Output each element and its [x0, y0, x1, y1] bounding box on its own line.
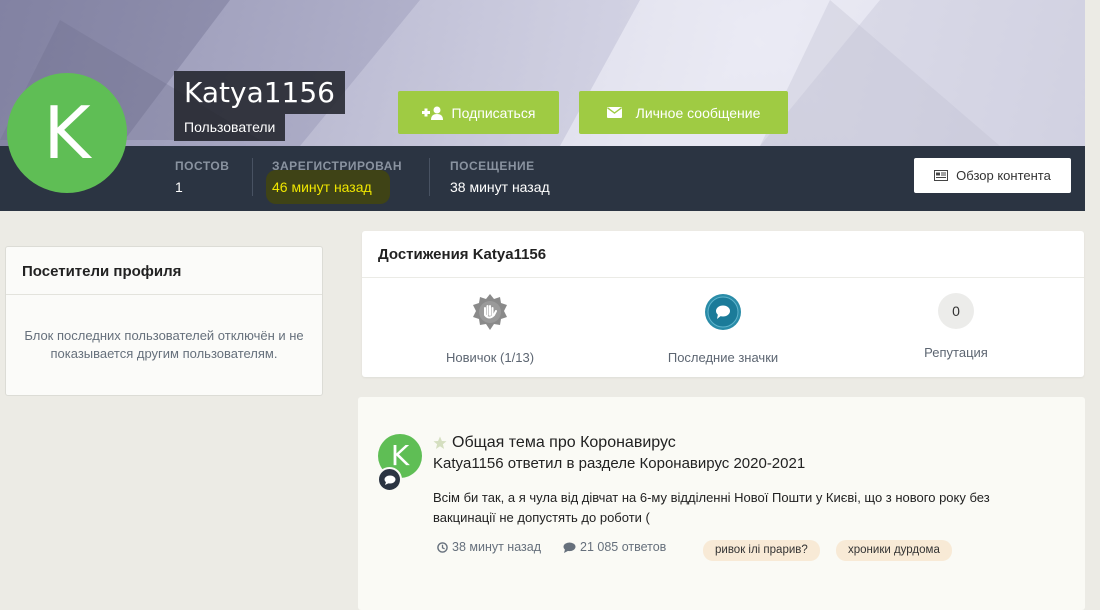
user-group: Пользователи: [174, 114, 286, 141]
profile-username: Katya1156: [184, 76, 335, 109]
achievements-title: Достижения Katya1156: [362, 231, 1084, 278]
stat-registered-label: ЗАРЕГИСТРИРОВАН: [272, 159, 403, 173]
user-plus-icon: [421, 106, 443, 120]
tag-item[interactable]: хроники дурдома: [836, 540, 952, 561]
speech-bubble-icon: [705, 294, 741, 330]
username-box: Katya1156: [174, 71, 345, 114]
activity-card: K Общая тема про Коронавирус Katya1156 о…: [358, 397, 1085, 610]
envelope-icon: [606, 107, 622, 118]
topic-title-link[interactable]: Общая тема про Коронавирус: [452, 434, 676, 452]
profile-visitors-card: Посетители профиля Блок последних пользо…: [5, 246, 323, 396]
stat-posts-label: ПОСТОВ: [175, 159, 230, 173]
activity-replies-text: 21 085 ответов: [580, 540, 667, 554]
rank-badge-icon: [473, 294, 507, 330]
stat-registered-value: 46 минут назад: [272, 179, 372, 195]
visitors-title: Посетители профиля: [6, 247, 322, 295]
stat-posts-value: 1: [175, 179, 183, 195]
comment-badge: [377, 467, 402, 492]
profile-avatar[interactable]: K: [7, 73, 127, 193]
achievement-recent-badges-label: Последние значки: [667, 350, 779, 365]
stat-posts: ПОСТОВ 1: [175, 159, 229, 195]
tag-item[interactable]: ривок ілі прарив?: [703, 540, 820, 561]
achievements-card: Достижения Katya1156 Новичок (1/13) Посл…: [362, 231, 1084, 377]
comment-icon: [384, 475, 395, 485]
achievement-recent-badges[interactable]: Последние значки: [638, 293, 808, 365]
stat-separator: [252, 158, 253, 196]
stat-separator: [429, 158, 430, 196]
star-icon[interactable]: [433, 436, 447, 450]
achievement-rank[interactable]: Новичок (1/13): [405, 293, 575, 365]
clock-icon: [437, 541, 448, 553]
page-edge: [1085, 0, 1100, 211]
content-overview-button[interactable]: Обзор контента: [914, 158, 1071, 193]
activity-action[interactable]: Katya1156 ответил в разделе Коронавирус …: [433, 455, 805, 472]
follow-button[interactable]: Подписаться: [398, 91, 559, 134]
content-overview-label: Обзор контента: [956, 168, 1051, 183]
topic-line: Общая тема про Коронавирус: [433, 434, 676, 452]
stat-last-visit: ПОСЕЩЕНИЕ 38 минут назад: [450, 159, 550, 195]
post-excerpt: Всім би так, а я чула від дівчат на 6-му…: [433, 490, 990, 525]
achievement-reputation[interactable]: 0 Репутация: [871, 293, 1041, 360]
stat-last-visit-label: ПОСЕЩЕНИЕ: [450, 159, 535, 173]
activity-meta: 38 минут назад 21 085 ответов: [437, 540, 666, 554]
reputation-label: Репутация: [924, 345, 988, 360]
stat-last-visit-value: 38 минут назад: [450, 179, 550, 195]
message-button[interactable]: Личное сообщение: [579, 91, 788, 134]
reputation-value: 0: [938, 293, 974, 329]
achievement-rank-label: Новичок (1/13): [445, 350, 535, 365]
activity-time: 38 минут назад: [437, 540, 541, 554]
follow-label: Подписаться: [451, 104, 536, 121]
visitors-message: Блок последних пользователей отключён и …: [24, 328, 304, 361]
activity-replies: 21 085 ответов: [563, 540, 666, 554]
message-label: Личное сообщение: [635, 104, 761, 121]
activity-time-text: 38 минут назад: [452, 540, 541, 554]
stat-registered: ЗАРЕГИСТРИРОВАН 46 минут назад: [272, 159, 402, 195]
comment-icon: [563, 542, 576, 553]
newspaper-icon: [934, 170, 949, 181]
